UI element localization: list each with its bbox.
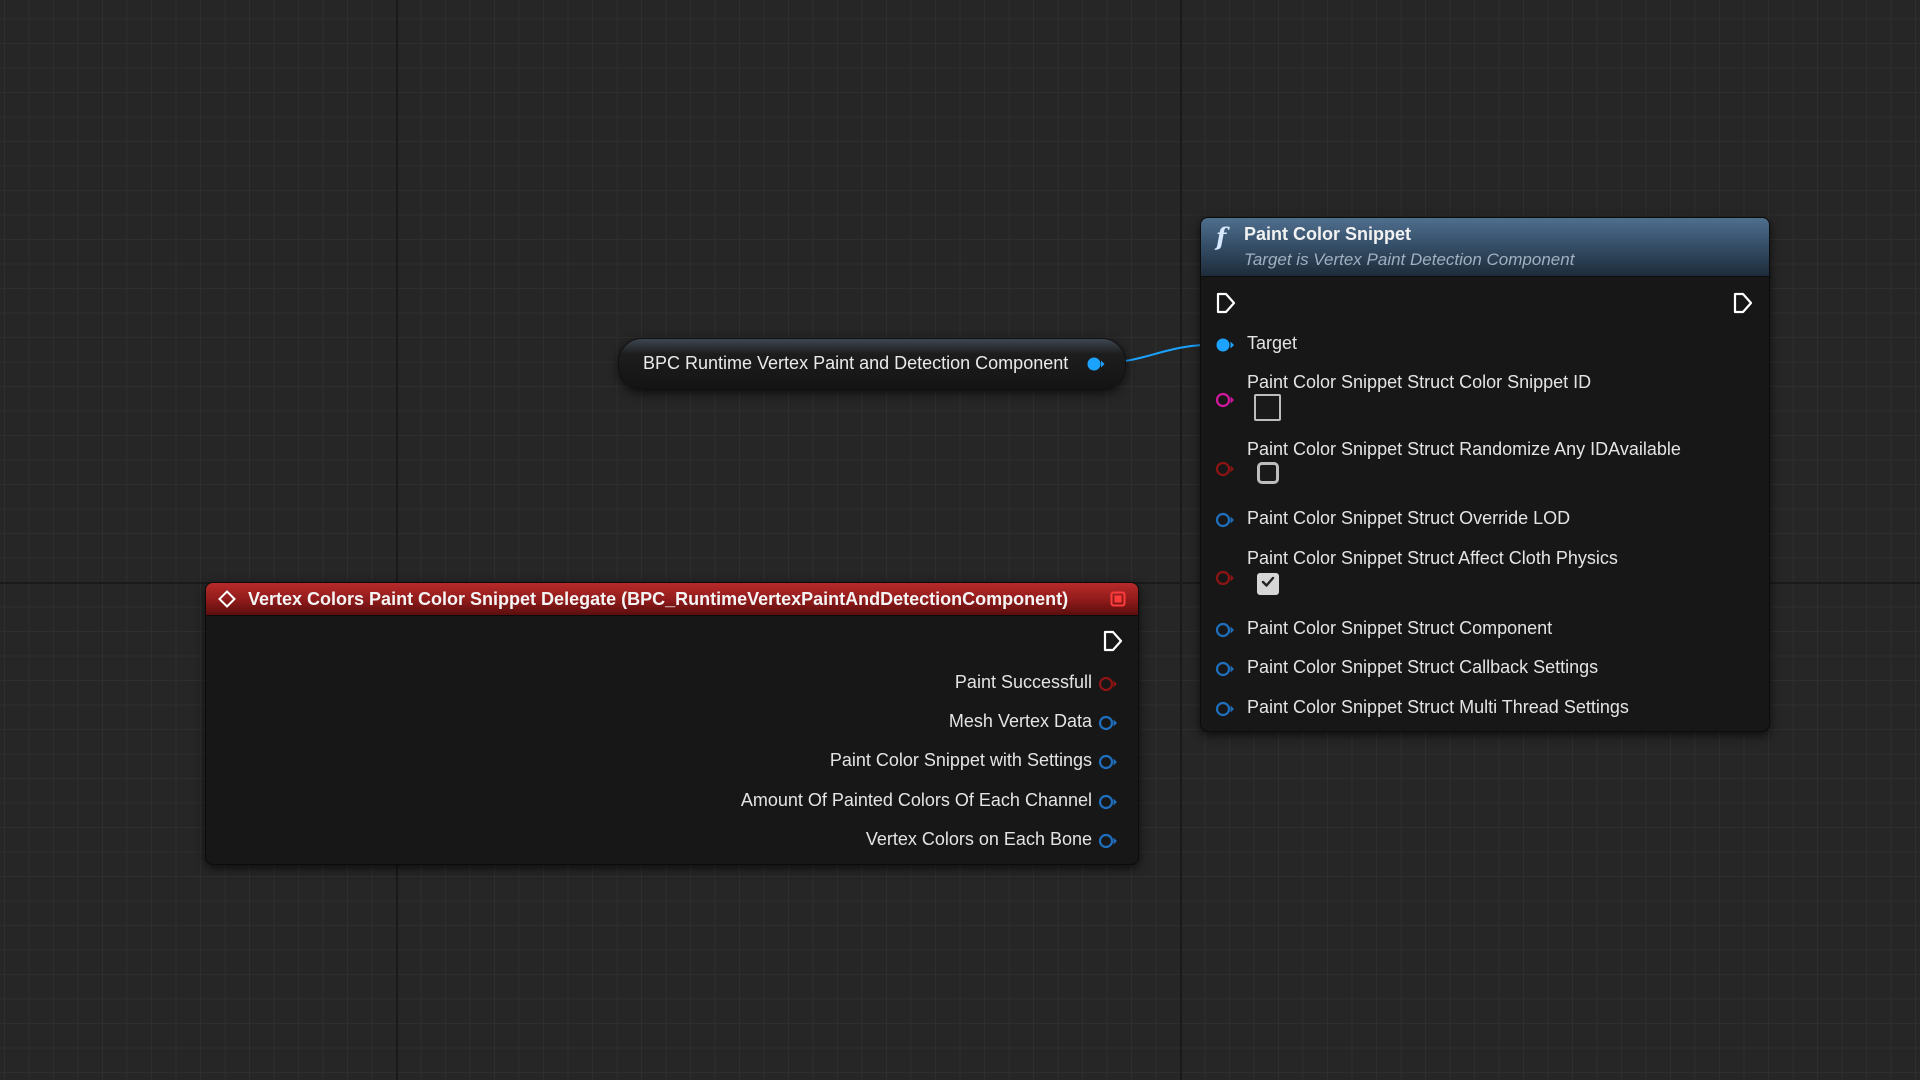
target-label: Target (1247, 333, 1298, 353)
event-node-header[interactable]: Vertex Colors Paint Color Snippet Delega… (206, 583, 1138, 616)
exec-input-pin-icon[interactable] (1215, 291, 1237, 320)
mesh-vertex-data-output-row[interactable]: Mesh Vertex Data (538, 711, 1138, 735)
checkmark-icon (1261, 576, 1275, 587)
component-label: Paint Color Snippet Struct Component (1247, 618, 1553, 638)
function-node-header[interactable]: f Paint Color Snippet Target is Vertex P… (1201, 218, 1769, 277)
event-node-title: Vertex Colors Paint Color Snippet Delega… (248, 589, 1069, 609)
exec-output-pin-icon[interactable] (1732, 291, 1754, 320)
int-pin-icon[interactable] (1215, 392, 1239, 413)
paint-color-snippet-with-settings-label: Paint Color Snippet with Settings (829, 750, 1092, 770)
exec-output-pin-icon[interactable] (1102, 629, 1124, 658)
event-diamond-icon (218, 590, 236, 608)
affect-cloth-physics-checkbox[interactable] (1257, 573, 1279, 595)
function-node-subtitle: Target is Vertex Paint Detection Compone… (1244, 250, 1575, 269)
struct-pin-icon[interactable] (1098, 833, 1122, 854)
randomize-id-label: Paint Color Snippet Struct Randomize Any… (1247, 439, 1681, 459)
struct-pin-icon[interactable] (1215, 661, 1239, 682)
bool-pin-icon[interactable] (1215, 570, 1239, 591)
function-node-title: Paint Color Snippet (1244, 224, 1412, 244)
struct-pin-icon[interactable] (1215, 622, 1239, 643)
paint-color-snippet-function-node[interactable]: f Paint Color Snippet Target is Vertex P… (1200, 217, 1770, 732)
struct-pin-icon[interactable] (1215, 701, 1239, 722)
paint-successfull-output-row[interactable]: Paint Successfull (538, 672, 1138, 696)
color-snippet-id-text-box[interactable] (1254, 394, 1281, 421)
vertex-colors-on-each-bone-output-row[interactable]: Vertex Colors on Each Bone (538, 829, 1138, 853)
struct-pin-icon[interactable] (1098, 715, 1122, 736)
struct-pin-icon[interactable] (1098, 754, 1122, 775)
object-pin-icon[interactable] (1215, 337, 1239, 358)
paint-color-snippet-delegate-event-node[interactable]: Vertex Colors Paint Color Snippet Delega… (205, 582, 1139, 865)
delegate-output-pin-icon[interactable] (1110, 591, 1126, 607)
override-lod-label: Paint Color Snippet Struct Override LOD (1247, 508, 1571, 528)
paint-successfull-label: Paint Successfull (954, 672, 1092, 692)
struct-pin-icon[interactable] (1215, 512, 1239, 533)
randomize-id-checkbox[interactable] (1257, 462, 1279, 484)
color-snippet-id-label: Paint Color Snippet Struct Color Snippet… (1247, 372, 1592, 392)
struct-pin-icon[interactable] (1098, 794, 1122, 815)
callback-settings-label: Paint Color Snippet Struct Callback Sett… (1247, 657, 1599, 677)
multi-thread-settings-label: Paint Color Snippet Struct Multi Thread … (1247, 697, 1629, 717)
component-variable-node[interactable]: BPC Runtime Vertex Paint and Detection C… (618, 338, 1126, 390)
object-pin-icon[interactable] (1087, 356, 1105, 377)
mesh-vertex-data-label: Mesh Vertex Data (948, 711, 1092, 731)
bool-pin-icon[interactable] (1098, 676, 1122, 697)
variable-node-label: BPC Runtime Vertex Paint and Detection C… (643, 353, 1069, 373)
vertex-colors-on-each-bone-label: Vertex Colors on Each Bone (865, 829, 1092, 849)
bool-pin-icon[interactable] (1215, 461, 1239, 482)
paint-color-snippet-with-settings-output-row[interactable]: Paint Color Snippet with Settings (538, 750, 1138, 774)
function-icon: f (1216, 222, 1227, 251)
amount-of-painted-colors-output-row[interactable]: Amount Of Painted Colors Of Each Channel (538, 790, 1138, 814)
affect-cloth-physics-label: Paint Color Snippet Struct Affect Cloth … (1247, 548, 1618, 568)
amount-of-painted-colors-label: Amount Of Painted Colors Of Each Channel (740, 790, 1092, 810)
